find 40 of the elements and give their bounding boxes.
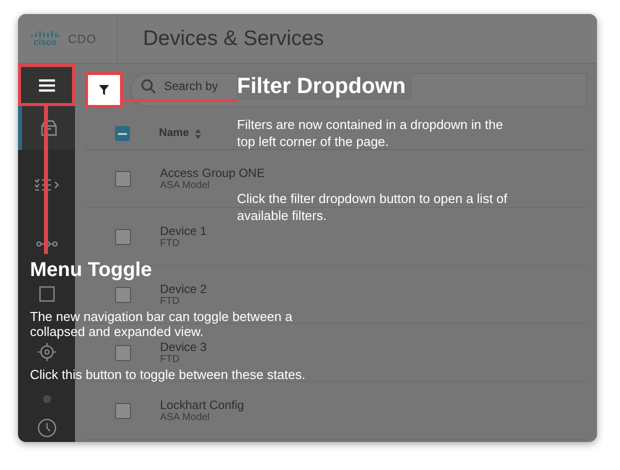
- callout-text: The new navigation bar can toggle between a collapsed and expanded view.: [30, 309, 294, 339]
- column-header[interactable]: Name: [159, 125, 189, 142]
- callout-text: Click the filter dropdown button to open a list of available filters.: [237, 190, 508, 224]
- filter-button[interactable]: [85, 72, 123, 108]
- search-icon: [141, 78, 156, 94]
- page-title: Devices & Services: [142, 26, 324, 52]
- row-checkbox[interactable]: [115, 344, 131, 360]
- callout-text: Filters are now contained in a dropdown in the top left corner of the page.: [237, 116, 504, 150]
- row-checkbox[interactable]: [115, 228, 131, 244]
- inventory-icon: [38, 120, 58, 136]
- device-type: FTD: [160, 238, 180, 248]
- menu-toggle-button[interactable]: [18, 64, 75, 106]
- callout-text: Click this button to toggle between these states.: [30, 366, 306, 383]
- row-checkbox[interactable]: [115, 170, 131, 186]
- dot-icon: [42, 395, 50, 403]
- minus-icon: [118, 132, 127, 134]
- network-icon: [36, 238, 58, 250]
- select-all-checkbox[interactable]: [115, 126, 130, 141]
- logo-bars-icon: [30, 30, 60, 38]
- filter-icon: [99, 85, 109, 95]
- device-name: Device 1: [160, 224, 207, 238]
- callout-title: Menu Toggle: [30, 258, 152, 282]
- callout-title: Filter Dropdown: [237, 72, 412, 100]
- list-icon: [34, 178, 60, 192]
- device-name: Device 3: [160, 340, 207, 354]
- menu-icon: [38, 78, 54, 92]
- device-type: ASA Model: [160, 180, 210, 190]
- crosshair-icon: [36, 342, 56, 362]
- device-type: FTD: [160, 354, 180, 364]
- sort-icon[interactable]: [194, 128, 201, 138]
- row-checkbox[interactable]: [115, 402, 131, 418]
- clock-icon: [36, 418, 56, 438]
- device-type: ASA Model: [160, 412, 210, 422]
- device-type: FTD: [160, 296, 180, 306]
- device-name: Lockhart Config: [160, 398, 244, 412]
- device-name: Access Group ONE: [160, 166, 265, 180]
- square-icon: [38, 286, 54, 302]
- row-checkbox[interactable]: [115, 286, 131, 302]
- device-name: Device 2: [160, 282, 207, 296]
- logo-text: cisco: [33, 38, 56, 47]
